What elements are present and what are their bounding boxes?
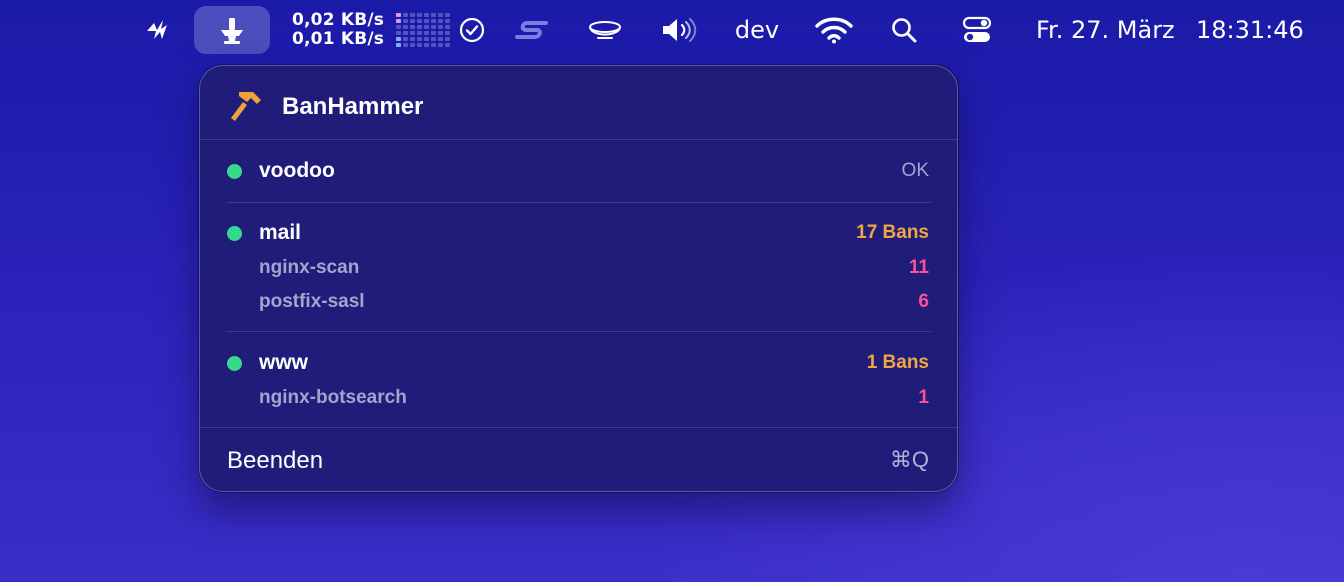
net-download: 0,01 KB/s: [292, 29, 385, 49]
quit-button[interactable]: Beenden: [227, 447, 323, 475]
app-title: BanHammer: [282, 93, 424, 120]
jail-name: postfix-sasl: [259, 291, 365, 312]
server-row-voodoo[interactable]: voodoo OK: [227, 156, 931, 186]
server-name: voodoo: [259, 159, 335, 182]
net-upload: 0,02 KB/s: [292, 10, 385, 30]
network-bars-icon[interactable]: [396, 13, 450, 47]
server-row-mail[interactable]: mail 17 Bans: [227, 218, 931, 248]
server-status: OK: [901, 160, 929, 181]
divider: [227, 331, 931, 332]
jail-count: 1: [918, 387, 929, 408]
popup-header: BanHammer: [200, 66, 957, 140]
divider: [227, 202, 931, 203]
time-label[interactable]: 18:31:46: [1196, 0, 1304, 60]
jail-count: 6: [918, 291, 929, 312]
jail-count: 11: [908, 257, 929, 278]
user-label[interactable]: dev: [730, 0, 784, 60]
server-row-www[interactable]: www 1 Bans: [227, 348, 931, 378]
server-ban-count: 17 Bans: [856, 222, 929, 243]
jail-name: nginx-scan: [259, 257, 360, 278]
control-center-icon[interactable]: [960, 0, 994, 60]
jail-name: nginx-botsearch: [259, 387, 407, 408]
date-label[interactable]: Fr. 27. März: [1036, 0, 1175, 60]
s-logo-icon[interactable]: [512, 0, 552, 60]
server-name: www: [259, 351, 309, 374]
status-dot: [227, 356, 242, 371]
hammer-icon: [231, 92, 261, 121]
server-ban-count: 1 Bans: [866, 352, 929, 373]
server-name: mail: [259, 221, 302, 244]
jail-row[interactable]: postfix-sasl 6: [227, 287, 931, 317]
network-speed[interactable]: 0,02 KB/s 0,01 KB/s: [292, 11, 384, 49]
jail-row[interactable]: nginx-scan 11: [227, 253, 931, 283]
checkmark-circle-icon[interactable]: [456, 0, 488, 60]
divider: [200, 139, 957, 140]
divider: [200, 427, 957, 428]
volume-icon[interactable]: [659, 0, 701, 60]
search-icon[interactable]: [888, 0, 920, 60]
quit-shortcut: ⌘Q: [889, 447, 929, 472]
menu-bar: 0,02 KB/s 0,01 KB/s dev Fr. 27. März 18:…: [0, 0, 1344, 60]
activity-icon[interactable]: [142, 0, 178, 60]
status-dot: [227, 226, 242, 241]
banhammer-popup: BanHammer voodoo OK mail 17 Bans nginx-s…: [199, 65, 958, 492]
jail-row[interactable]: nginx-botsearch 1: [227, 383, 931, 413]
status-dot: [227, 164, 242, 179]
bowl-icon[interactable]: [585, 0, 625, 60]
wifi-icon[interactable]: [814, 0, 854, 60]
banhammer-anvil-icon[interactable]: [214, 0, 250, 60]
